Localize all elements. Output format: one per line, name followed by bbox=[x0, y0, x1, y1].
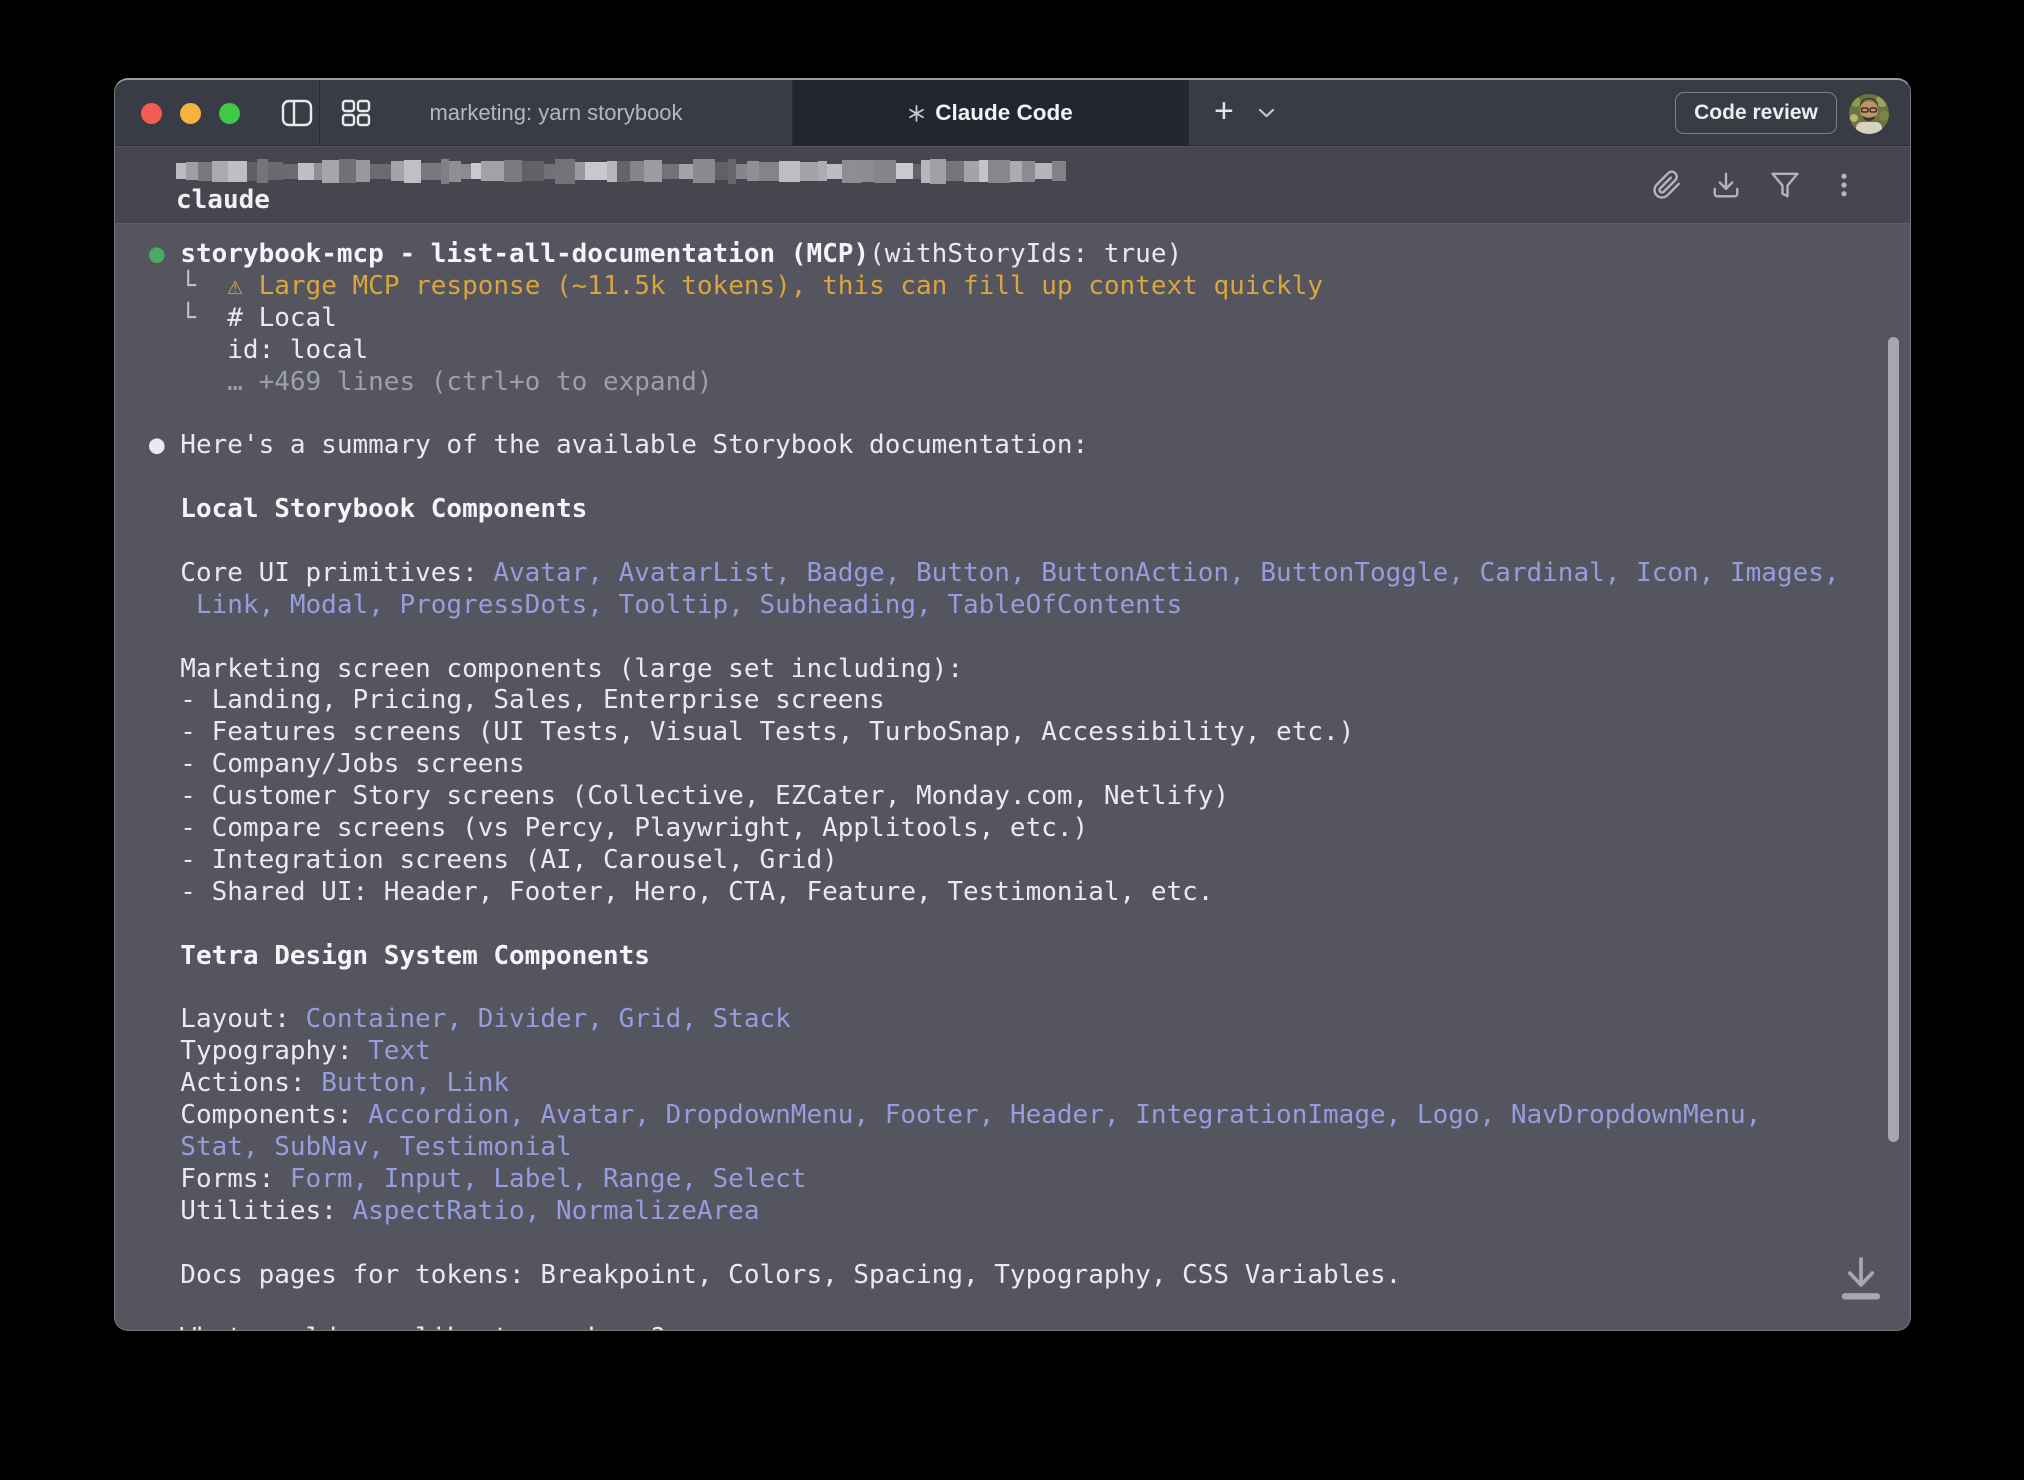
terminal-line: - Landing, Pricing, Sales, Enterprise sc… bbox=[149, 685, 1910, 717]
terminal-line: Utilities: AspectRatio, NormalizeArea bbox=[149, 1196, 1910, 1228]
terminal-output: ● storybook-mcp - list-all-documentation… bbox=[115, 225, 1910, 1330]
title-bar: marketing: yarn storybook Claude Code + bbox=[115, 80, 1910, 146]
terminal-line: Marketing screen components (large set i… bbox=[149, 654, 1910, 686]
terminal-line bbox=[149, 462, 1910, 494]
tab-claude-code[interactable]: Claude Code bbox=[793, 80, 1188, 146]
terminal-line: └ ⚠ Large MCP response (~11.5k tokens), … bbox=[149, 271, 1910, 303]
code-review-button[interactable]: Code review bbox=[1675, 92, 1837, 134]
terminal-line: Typography: Text bbox=[149, 1036, 1910, 1068]
tab-list-chevron-icon[interactable] bbox=[1258, 107, 1275, 119]
terminal-line: Actions: Button, Link bbox=[149, 1068, 1910, 1100]
terminal-line: - Integration screens (AI, Carousel, Gri… bbox=[149, 845, 1910, 877]
paperclip-icon[interactable] bbox=[1652, 170, 1682, 200]
terminal-line: Docs pages for tokens: Breakpoint, Color… bbox=[149, 1260, 1910, 1292]
terminal-line: └ # Local bbox=[149, 303, 1910, 335]
minimize-button[interactable] bbox=[180, 103, 201, 124]
traffic-lights bbox=[141, 103, 240, 124]
scroll-to-bottom-button[interactable] bbox=[1829, 1247, 1893, 1311]
terminal-line bbox=[149, 1228, 1910, 1260]
terminal-line: - Shared UI: Header, Footer, Hero, CTA, … bbox=[149, 877, 1910, 909]
tab-marketing-yarn-storybook[interactable]: marketing: yarn storybook bbox=[320, 80, 792, 146]
terminal-line: Link, Modal, ProgressDots, Tooltip, Subh… bbox=[149, 590, 1910, 622]
session-toolbar: claude bbox=[115, 147, 1910, 224]
terminal-line: What would you like to work on? bbox=[149, 1323, 1910, 1330]
terminal-line: - Company/Jobs screens bbox=[149, 749, 1910, 781]
terminal-line: - Compare screens (vs Percy, Playwright,… bbox=[149, 813, 1910, 845]
terminal-line bbox=[149, 909, 1910, 941]
terminal-line: Layout: Container, Divider, Grid, Stack bbox=[149, 1004, 1910, 1036]
terminal-line: Stat, SubNav, Testimonial bbox=[149, 1132, 1910, 1164]
asterisk-icon bbox=[908, 105, 925, 122]
avatar[interactable] bbox=[1849, 94, 1889, 134]
zoom-button[interactable] bbox=[219, 103, 240, 124]
terminal-line: Components: Accordion, Avatar, DropdownM… bbox=[149, 1100, 1910, 1132]
sidebar-toggle-icon[interactable] bbox=[281, 99, 313, 127]
terminal-line bbox=[149, 398, 1910, 430]
new-tab-button[interactable]: + bbox=[1188, 94, 1234, 132]
terminal-line: Local Storybook Components bbox=[149, 494, 1910, 526]
filter-icon[interactable] bbox=[1770, 170, 1800, 200]
download-icon[interactable] bbox=[1711, 170, 1741, 200]
more-options-icon[interactable] bbox=[1829, 170, 1859, 200]
terminal-line bbox=[149, 972, 1910, 1004]
terminal-line bbox=[149, 526, 1910, 558]
close-button[interactable] bbox=[141, 103, 162, 124]
terminal-line: - Customer Story screens (Collective, EZ… bbox=[149, 781, 1910, 813]
scrollbar[interactable] bbox=[1888, 337, 1899, 1142]
terminal-line: … +469 lines (ctrl+o to expand) bbox=[149, 367, 1910, 399]
terminal-line: ● Here's a summary of the available Stor… bbox=[149, 430, 1910, 462]
terminal-line: id: local bbox=[149, 335, 1910, 367]
terminal-line bbox=[149, 622, 1910, 654]
tab-label: marketing: yarn storybook bbox=[429, 100, 682, 126]
terminal-line: Forms: Form, Input, Label, Range, Select bbox=[149, 1164, 1910, 1196]
terminal-window: marketing: yarn storybook Claude Code + bbox=[114, 78, 1911, 1331]
terminal-line bbox=[149, 1291, 1910, 1323]
session-label: claude bbox=[176, 185, 270, 215]
redacted-session-info bbox=[176, 158, 1066, 184]
terminal-line: - Features screens (UI Tests, Visual Tes… bbox=[149, 717, 1910, 749]
terminal-line: Tetra Design System Components bbox=[149, 941, 1910, 973]
tab-label: Claude Code bbox=[935, 100, 1073, 126]
terminal-line: ● storybook-mcp - list-all-documentation… bbox=[149, 239, 1910, 271]
terminal-line: Core UI primitives: Avatar, AvatarList, … bbox=[149, 558, 1910, 590]
